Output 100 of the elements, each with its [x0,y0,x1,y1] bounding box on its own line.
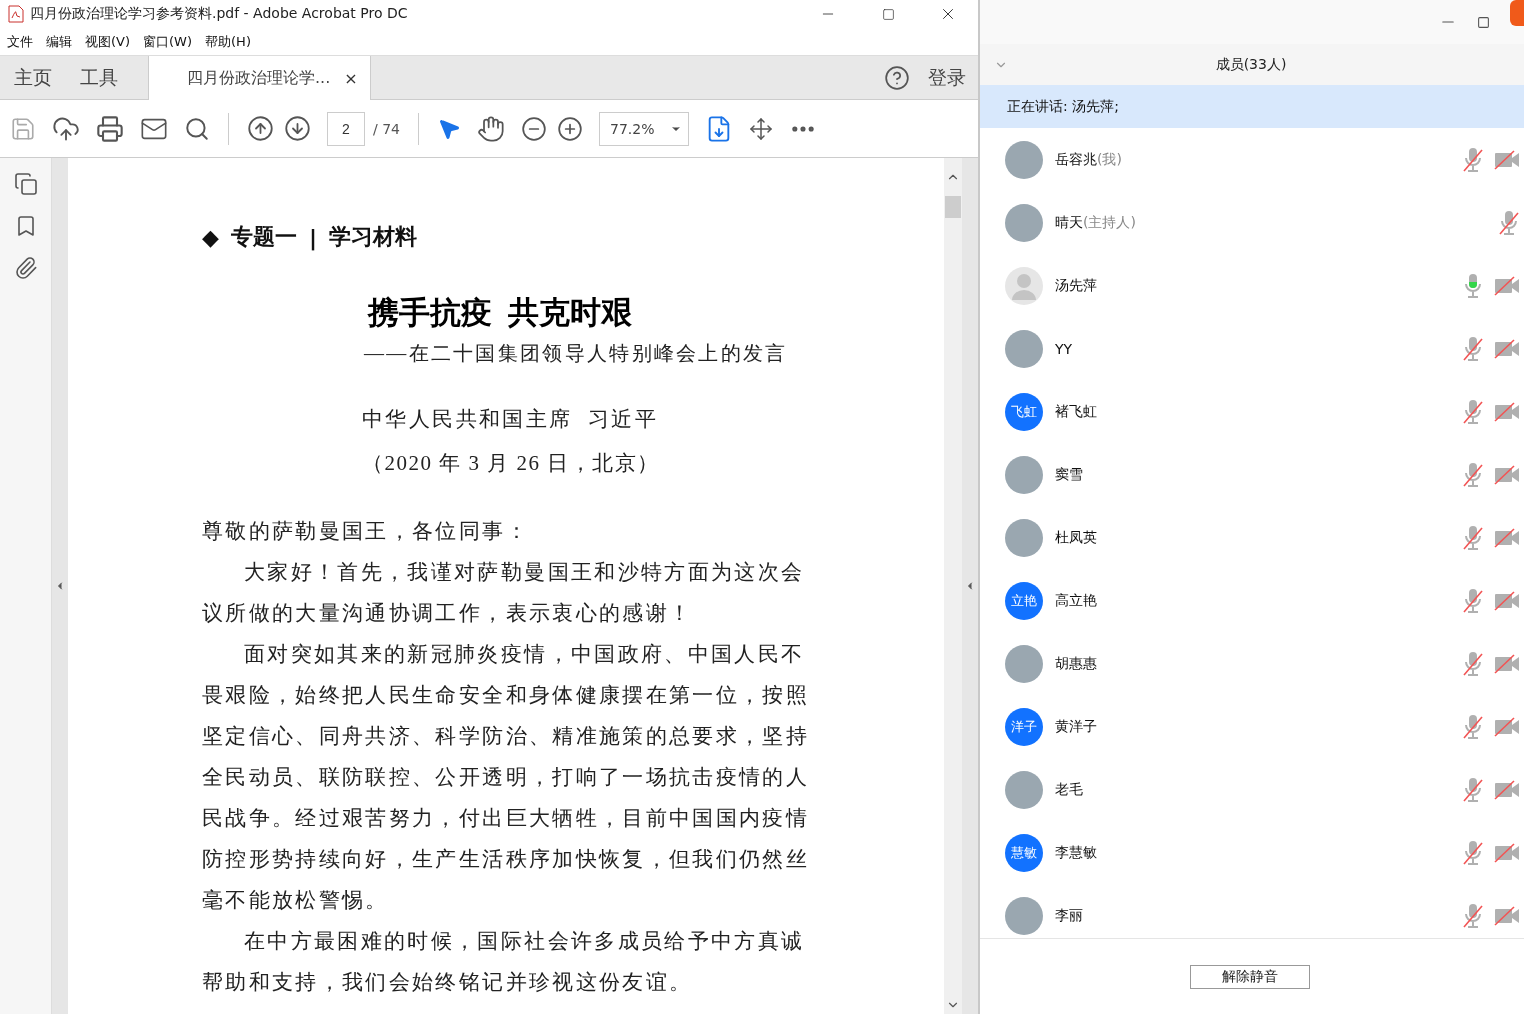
member-row[interactable]: 岳容兆(我) [980,128,1524,191]
arrow-down-icon[interactable] [284,115,311,142]
muted-microphone-icon[interactable] [1462,902,1484,929]
muted-microphone-icon[interactable] [1462,776,1484,803]
photo-placeholder [1005,896,1043,935]
maximize-icon[interactable] [881,7,895,21]
separator: | [308,224,317,250]
hand-icon[interactable] [477,114,505,143]
pdf-file-icon [8,5,24,23]
save-icon[interactable] [10,115,36,142]
muted-microphone-icon[interactable] [1462,713,1484,740]
tab[interactable]: 工具 [66,56,132,99]
muted-microphone-icon[interactable] [1462,461,1484,488]
camera-off-icon[interactable] [1494,275,1520,296]
member-row[interactable]: 窦雪 [980,443,1524,506]
muted-microphone-icon[interactable] [1462,146,1484,173]
sign-in-link[interactable]: 登录 [910,56,978,99]
author-line: 中华人民共和国主席 习近平 [362,406,660,433]
speaking-banner: 正在讲话: 汤先萍; [980,85,1524,128]
menu-item[interactable]: 帮助(H) [200,32,259,51]
photo-placeholder [1005,203,1043,242]
menu-item[interactable]: 视图(V) [80,32,139,51]
member-name: 窦雪 [1055,465,1084,484]
paragraph: 大家好！首先，我谨对萨勒曼国王和沙特方面为这次会议所做的大量沟通协调工作，表示衷心的感谢！ [202,559,806,627]
tab-close-button[interactable]: × [344,68,358,88]
member-name: 晴天(主持人) [1055,213,1137,232]
member-row[interactable]: 慧敏 李慧敏 [980,821,1524,884]
member-name: 岳容兆(我) [1055,150,1123,169]
members-title: 成员(33人) [1214,55,1288,74]
menu-item[interactable]: 窗口(W) [138,32,201,51]
camera-off-icon[interactable] [1494,590,1520,611]
maximize-icon[interactable] [1477,15,1490,29]
member-row[interactable]: YY [980,317,1524,380]
member-row[interactable]: 晴天(主持人) [980,191,1524,254]
camera-off-icon[interactable] [1494,527,1520,548]
member-row[interactable]: 胡惠惠 [980,632,1524,695]
avatar-initials: 立艳 [1005,581,1043,620]
zoom-out-icon[interactable] [521,115,547,142]
member-row[interactable]: 老毛 [980,758,1524,821]
photo-placeholder [1005,140,1043,179]
muted-microphone-icon[interactable] [1462,335,1484,362]
muted-microphone-icon[interactable] [1462,839,1484,866]
muted-microphone-icon[interactable] [1462,650,1484,677]
camera-off-icon[interactable] [1494,338,1520,359]
zoom-dropdown[interactable]: 77.2% [599,111,689,146]
search-icon[interactable] [184,115,210,142]
photo-placeholder [1005,329,1043,368]
paragraph: 面对突如其来的新冠肺炎疫情，中国政府、中国人民不畏艰险，始终把人民生命安全和身体健康摆在第一位，按照坚定信心、同舟共济、科学防治、精准施策的总要求，坚持全民动员、联防联控、公开透明，打响了一场抗击疫情的人民战争。经过艰苦努力，付出巨大牺牲，目前中国国内疫情防控形势持续向好，生产生活秩序加快恢复，但我们仍然丝毫不能放松警惕。 [202,641,811,914]
camera-off-icon[interactable] [1494,464,1520,485]
pages-icon[interactable] [13,172,38,196]
muted-microphone-icon[interactable] [1462,398,1484,425]
salutation: 尊敬的萨勒曼国王，各位同事： [202,518,530,545]
diamond-marker: ◆ [202,224,219,250]
active-microphone-icon[interactable] [1462,272,1484,299]
tab[interactable]: 主页 [0,56,66,99]
member-name: 汤先萍 [1055,276,1098,295]
camera-off-icon[interactable] [1494,779,1520,800]
attachment-icon[interactable] [13,256,38,280]
paragraph: 在中方最困难的时候，国际社会许多成员给予中方真诚帮助和支持，我们会始终铭记并珍视这份友谊。 [202,928,806,996]
member-name: 黄洋子 [1055,717,1098,736]
member-row[interactable]: 立艳 高立艳 [980,569,1524,632]
photo-placeholder [1005,518,1043,557]
print-icon[interactable] [96,114,124,143]
page-number-field[interactable]: 2 [327,111,365,146]
date-line: （2020 年 3 月 26 日，北京） [362,450,661,477]
photo-placeholder [1005,644,1043,683]
app-logo [1510,0,1524,26]
arrow-up-icon[interactable] [247,115,274,142]
member-row[interactable]: 飞虹 褚飞虹 [980,380,1524,443]
menu-item[interactable]: 编辑 [41,32,80,51]
avatar-initials: 慧敏 [1005,833,1043,872]
menu-item[interactable]: 文件 [2,32,41,51]
member-row[interactable]: 李丽 [980,884,1524,938]
tab[interactable]: 四月份政治理论学... × [148,56,371,100]
member-name: 褚飞虹 [1055,402,1098,421]
muted-microphone-icon[interactable] [1462,524,1484,551]
document-subtitle: ——在二十国集团领导人特别峰会上的发言 [364,341,789,366]
camera-off-icon[interactable] [1494,401,1520,422]
member-name: YY [1055,340,1074,357]
avatar-initials: 飞虹 [1005,392,1043,431]
camera-off-icon[interactable] [1494,149,1520,170]
member-row[interactable]: 洋子 黄洋子 [980,695,1524,758]
section-topic: 学习材料 [328,223,417,251]
zoom-in-icon[interactable] [557,115,583,142]
page-move-icon[interactable] [749,116,773,141]
camera-off-icon[interactable] [1494,842,1520,863]
member-name: 胡惠惠 [1055,654,1098,673]
member-row[interactable]: 杜凤英 [980,506,1524,569]
scrollbar-thumb[interactable] [945,196,961,218]
window-title: 四月份政治理论学习参考资料.pdf - Adobe Acrobat Pro DC [30,5,409,23]
member-name: 李慧敏 [1055,843,1098,862]
camera-off-icon[interactable] [1494,716,1520,737]
avatar-initials: 洋子 [1005,707,1043,746]
member-row[interactable]: 汤先萍 [980,254,1524,317]
unmute-button[interactable]: 解除静音 [1190,964,1310,989]
camera-off-icon[interactable] [1494,905,1520,926]
camera-off-icon[interactable] [1494,653,1520,674]
photo-placeholder [1005,455,1043,494]
muted-microphone-icon[interactable] [1498,209,1520,236]
muted-microphone-icon[interactable] [1462,587,1484,614]
